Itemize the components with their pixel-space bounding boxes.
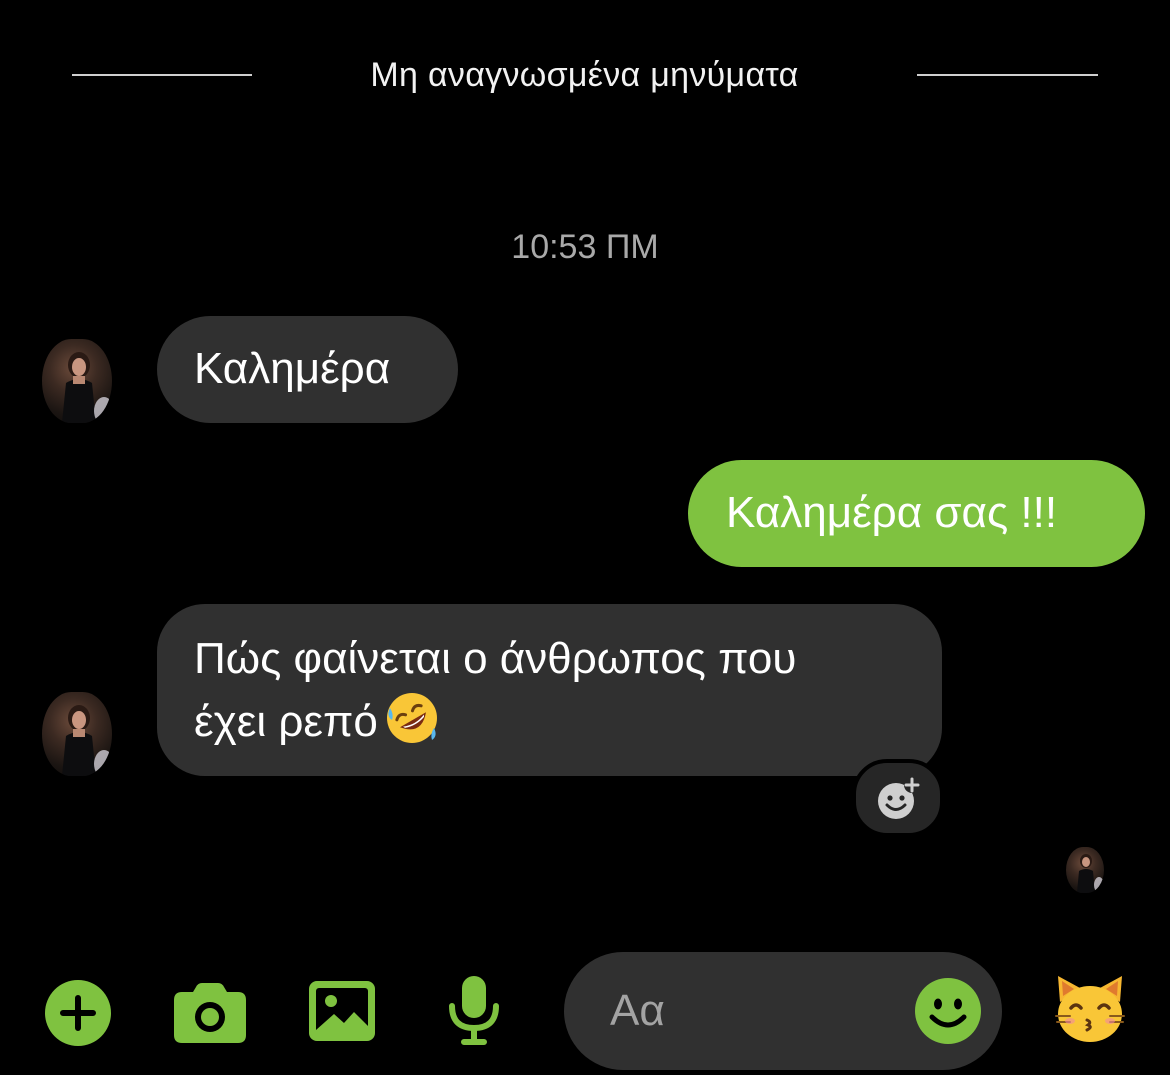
contact-avatar[interactable] bbox=[42, 692, 112, 776]
message-input-placeholder: Αα bbox=[610, 986, 665, 1035]
image-icon bbox=[309, 981, 375, 1041]
camera-button[interactable] bbox=[172, 981, 248, 1045]
message-input[interactable]: Αα bbox=[564, 952, 1002, 1070]
message-text: Καλημέρα σας !!! bbox=[726, 488, 1058, 537]
gallery-button[interactable] bbox=[308, 980, 376, 1042]
unread-divider-label: Μη αναγνωσμένα μηνύματα bbox=[370, 56, 799, 94]
message-bubble-outgoing[interactable]: Καλημέρα σας !!! bbox=[688, 460, 1145, 567]
rolling-on-floor-laughing-emoji-icon bbox=[384, 690, 440, 746]
message-bubble-incoming[interactable]: Πώς φαίνεται ο άνθρωπος που έχει ρεπό bbox=[157, 604, 942, 776]
quick-reaction-button[interactable] bbox=[1054, 972, 1126, 1044]
message-text-line-2-text: έχει ρεπό bbox=[194, 697, 378, 746]
unread-divider-line-left bbox=[72, 74, 252, 76]
add-reaction-button[interactable] bbox=[852, 759, 944, 837]
message-bubble-incoming[interactable]: Καλημέρα bbox=[157, 316, 458, 423]
camera-icon bbox=[174, 983, 246, 1043]
message-text-line-1: Πώς φαίνεται ο άνθρωπος που bbox=[194, 634, 797, 683]
seen-receipt-avatar bbox=[1066, 847, 1104, 893]
plus-icon bbox=[45, 980, 111, 1046]
message-text-line-2: έχει ρεπό bbox=[194, 690, 942, 753]
smile-icon bbox=[915, 978, 981, 1044]
microphone-icon bbox=[449, 976, 499, 1045]
message-text: Καλημέρα bbox=[194, 344, 391, 393]
contact-avatar[interactable] bbox=[42, 339, 112, 423]
message-timestamp: 10:53 ΠΜ bbox=[511, 228, 659, 266]
chat-screen: Μη αναγνωσμένα μηνύματα 10:53 ΠΜ Καλημέρ… bbox=[0, 0, 1170, 1075]
avatar-photo-icon bbox=[62, 352, 112, 423]
avatar-photo-icon bbox=[1077, 854, 1104, 893]
plus-button[interactable] bbox=[44, 979, 112, 1047]
kissing-cat-emoji-icon bbox=[1055, 976, 1125, 1042]
avatar-photo-icon bbox=[62, 705, 112, 776]
unread-divider-line-right bbox=[917, 74, 1098, 76]
voice-button[interactable] bbox=[446, 974, 502, 1046]
emoji-button[interactable] bbox=[914, 977, 982, 1045]
add-reaction-icon bbox=[878, 777, 920, 819]
